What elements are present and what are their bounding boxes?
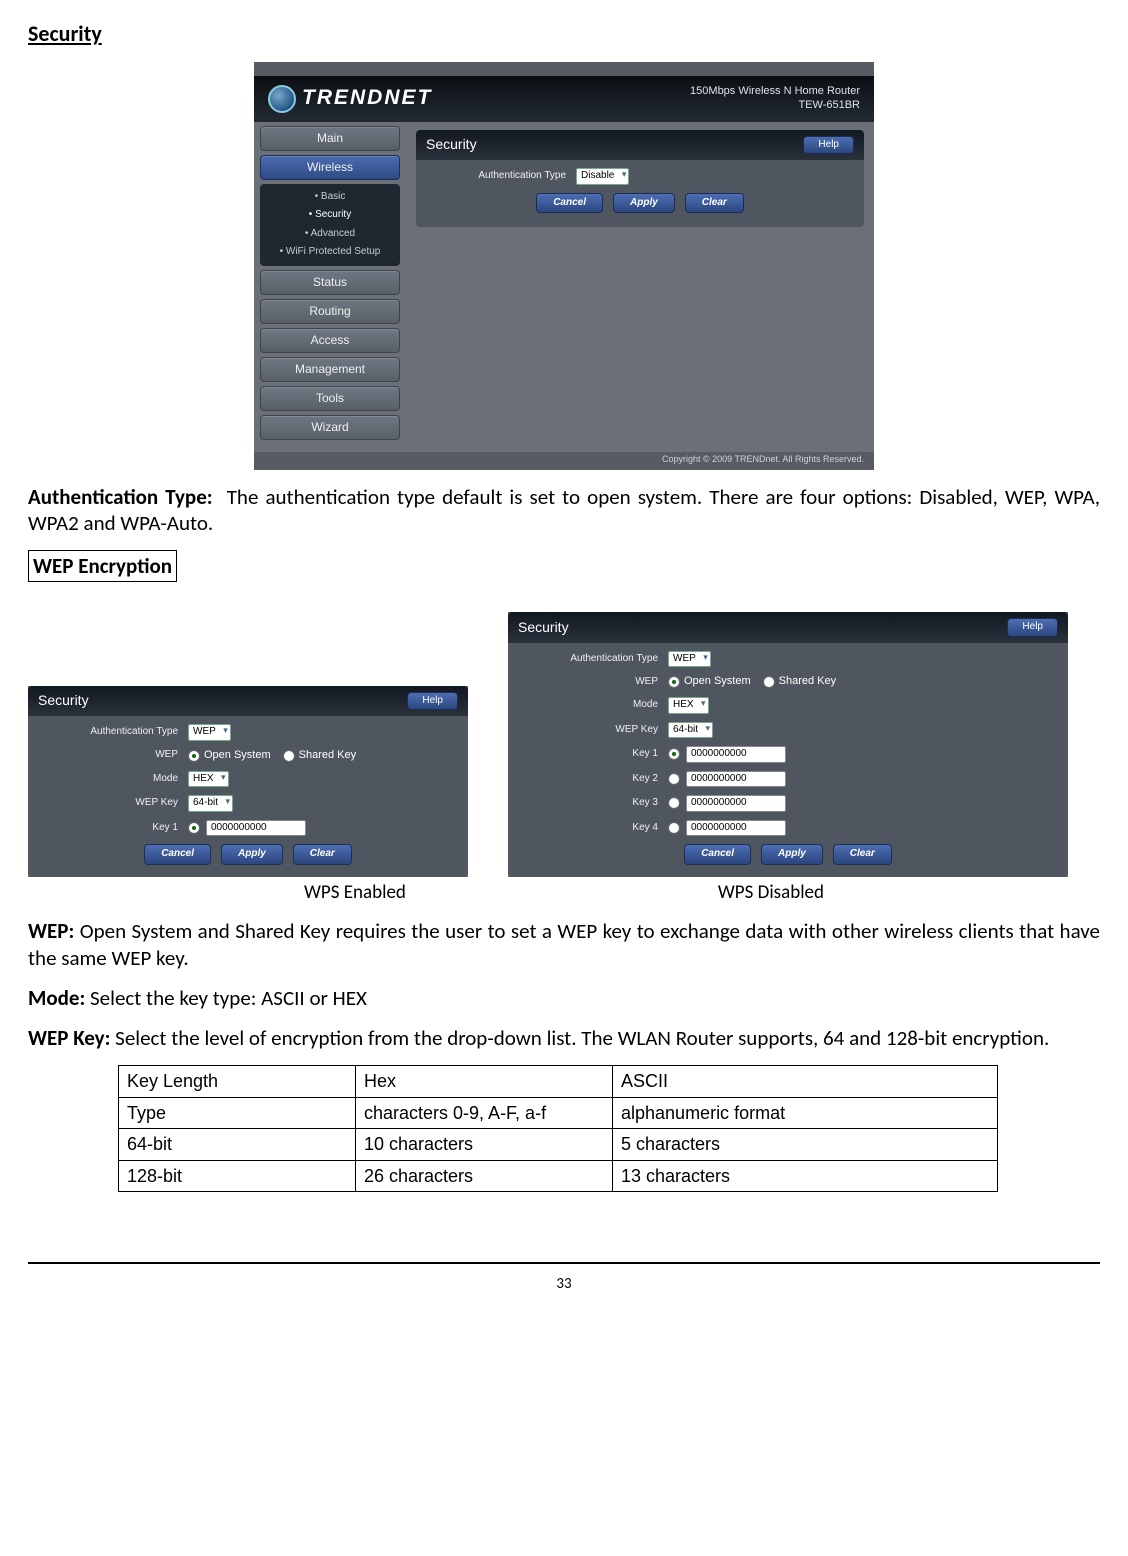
panel-title-b: Security — [518, 619, 569, 637]
a-key1-input[interactable]: 0000000000 — [206, 820, 306, 837]
a-apply-button[interactable]: Apply — [221, 844, 283, 865]
table-row: Typecharacters 0-9, A-F, a-falphanumeric… — [119, 1097, 998, 1129]
subnav-basic[interactable]: • Basic — [260, 188, 400, 207]
help-button-a[interactable]: Help — [407, 692, 458, 711]
a-auth-select[interactable]: WEP — [188, 724, 231, 741]
router-header: TRENDNET 150Mbps Wireless N Home Router … — [254, 76, 874, 122]
b-mode-select[interactable]: HEX — [668, 697, 709, 714]
subnav-wps[interactable]: • WiFi Protected Setup — [260, 243, 400, 262]
b-key2-label: Key 2 — [518, 773, 668, 786]
b-clear-button[interactable]: Clear — [833, 844, 892, 865]
a-radio-shared[interactable]: Shared Key — [283, 749, 356, 763]
nav-access[interactable]: Access — [260, 328, 400, 353]
a-wepkey-label: WEP Key — [38, 797, 188, 810]
apply-button[interactable]: Apply — [613, 193, 675, 214]
caption-wps-enabled: WPS Enabled — [304, 881, 406, 905]
b-radio-shared[interactable]: Shared Key — [763, 675, 836, 689]
wep-encryption-heading: WEP Encryption — [28, 550, 177, 582]
a-mode-label: Mode — [38, 773, 188, 786]
a-radio-open[interactable]: Open System — [188, 749, 271, 763]
a-clear-button[interactable]: Clear — [293, 844, 352, 865]
mode-paragraph: Mode: Select the key type: ASCII or HEX — [28, 985, 1100, 1011]
a-key1-label: Key 1 — [38, 822, 188, 835]
b-key2-radio[interactable] — [668, 773, 680, 785]
b-auth-select[interactable]: WEP — [668, 651, 711, 668]
b-cancel-button[interactable]: Cancel — [684, 844, 751, 865]
table-row: 64-bit10 characters5 characters — [119, 1129, 998, 1161]
nav-routing[interactable]: Routing — [260, 299, 400, 324]
table-row: Key LengthHexASCII — [119, 1066, 998, 1098]
router-copyright: Copyright © 2009 TRENDnet. All Rights Re… — [652, 452, 874, 467]
nav-wireless[interactable]: Wireless — [260, 155, 400, 180]
b-key1-input[interactable]: 0000000000 — [686, 746, 786, 763]
sub-nav: • Basic • Security • Advanced • WiFi Pro… — [260, 184, 400, 266]
screenshot-wps-disabled: Security Help Authentication Type WEP WE… — [508, 612, 1068, 876]
cancel-button[interactable]: Cancel — [536, 193, 603, 214]
auth-type-select[interactable]: Disable — [576, 168, 629, 185]
model-label: 150Mbps Wireless N Home Router TEW-651BR — [690, 85, 860, 111]
router-screenshot-main: TRENDNET 150Mbps Wireless N Home Router … — [28, 62, 1100, 470]
wepkey-paragraph: WEP Key: Select the level of encryption … — [28, 1025, 1100, 1051]
footer-rule — [28, 1262, 1100, 1264]
b-key4-input[interactable]: 0000000000 — [686, 820, 786, 837]
table-row: 128-bit26 characters13 characters — [119, 1160, 998, 1192]
a-cancel-button[interactable]: Cancel — [144, 844, 211, 865]
b-key2-input[interactable]: 0000000000 — [686, 771, 786, 788]
auth-type-label: Authentication Type — [426, 170, 576, 183]
nav-status[interactable]: Status — [260, 270, 400, 295]
b-mode-label: Mode — [518, 699, 668, 712]
b-key3-radio[interactable] — [668, 797, 680, 809]
a-wepkey-select[interactable]: 64-bit — [188, 795, 233, 812]
nav-wizard[interactable]: Wizard — [260, 415, 400, 440]
b-wepkey-label: WEP Key — [518, 724, 668, 737]
b-key3-label: Key 3 — [518, 797, 668, 810]
b-radio-open[interactable]: Open System — [668, 675, 751, 689]
nav-management[interactable]: Management — [260, 357, 400, 382]
nav-tools[interactable]: Tools — [260, 386, 400, 411]
main-panel: Security Help Authentication Type Disabl… — [406, 122, 874, 452]
nav-main[interactable]: Main — [260, 126, 400, 151]
b-wepkey-select[interactable]: 64-bit — [668, 722, 713, 739]
subnav-advanced[interactable]: • Advanced — [260, 225, 400, 244]
b-wep-label: WEP — [518, 676, 668, 689]
help-button-b[interactable]: Help — [1007, 618, 1058, 637]
caption-row: WPS Enabled WPS Disabled — [28, 881, 1100, 905]
a-mode-select[interactable]: HEX — [188, 771, 229, 788]
b-key4-radio[interactable] — [668, 822, 680, 834]
wep-paragraph: WEP: Open System and Shared Key requires… — [28, 918, 1100, 971]
page-title: Security — [28, 20, 1100, 48]
a-auth-label: Authentication Type — [38, 726, 188, 739]
b-key1-label: Key 1 — [518, 748, 668, 761]
b-key4-label: Key 4 — [518, 822, 668, 835]
caption-wps-disabled: WPS Disabled — [718, 881, 824, 905]
sidebar-nav: Main Wireless • Basic • Security • Advan… — [254, 122, 406, 452]
b-key1-radio[interactable] — [668, 748, 680, 760]
a-wep-label: WEP — [38, 749, 188, 762]
globe-icon — [268, 85, 296, 113]
b-auth-label: Authentication Type — [518, 653, 668, 666]
key-length-table: Key LengthHexASCII Typecharacters 0-9, A… — [118, 1065, 998, 1192]
panel-title: Security — [426, 136, 477, 154]
help-button[interactable]: Help — [803, 136, 854, 155]
panel-title-a: Security — [38, 692, 89, 710]
brand-logo: TRENDNET — [268, 85, 432, 113]
brand-name: TRENDNET — [302, 85, 432, 111]
clear-button[interactable]: Clear — [685, 193, 744, 214]
b-apply-button[interactable]: Apply — [761, 844, 823, 865]
auth-type-paragraph: Authentication Type: The authentication … — [28, 484, 1100, 537]
page-number: 33 — [28, 1275, 1100, 1294]
b-key3-input[interactable]: 0000000000 — [686, 795, 786, 812]
subnav-security[interactable]: • Security — [260, 206, 400, 225]
a-key1-radio[interactable] — [188, 822, 200, 834]
screenshot-wps-enabled: Security Help Authentication Type WEP WE… — [28, 686, 468, 877]
